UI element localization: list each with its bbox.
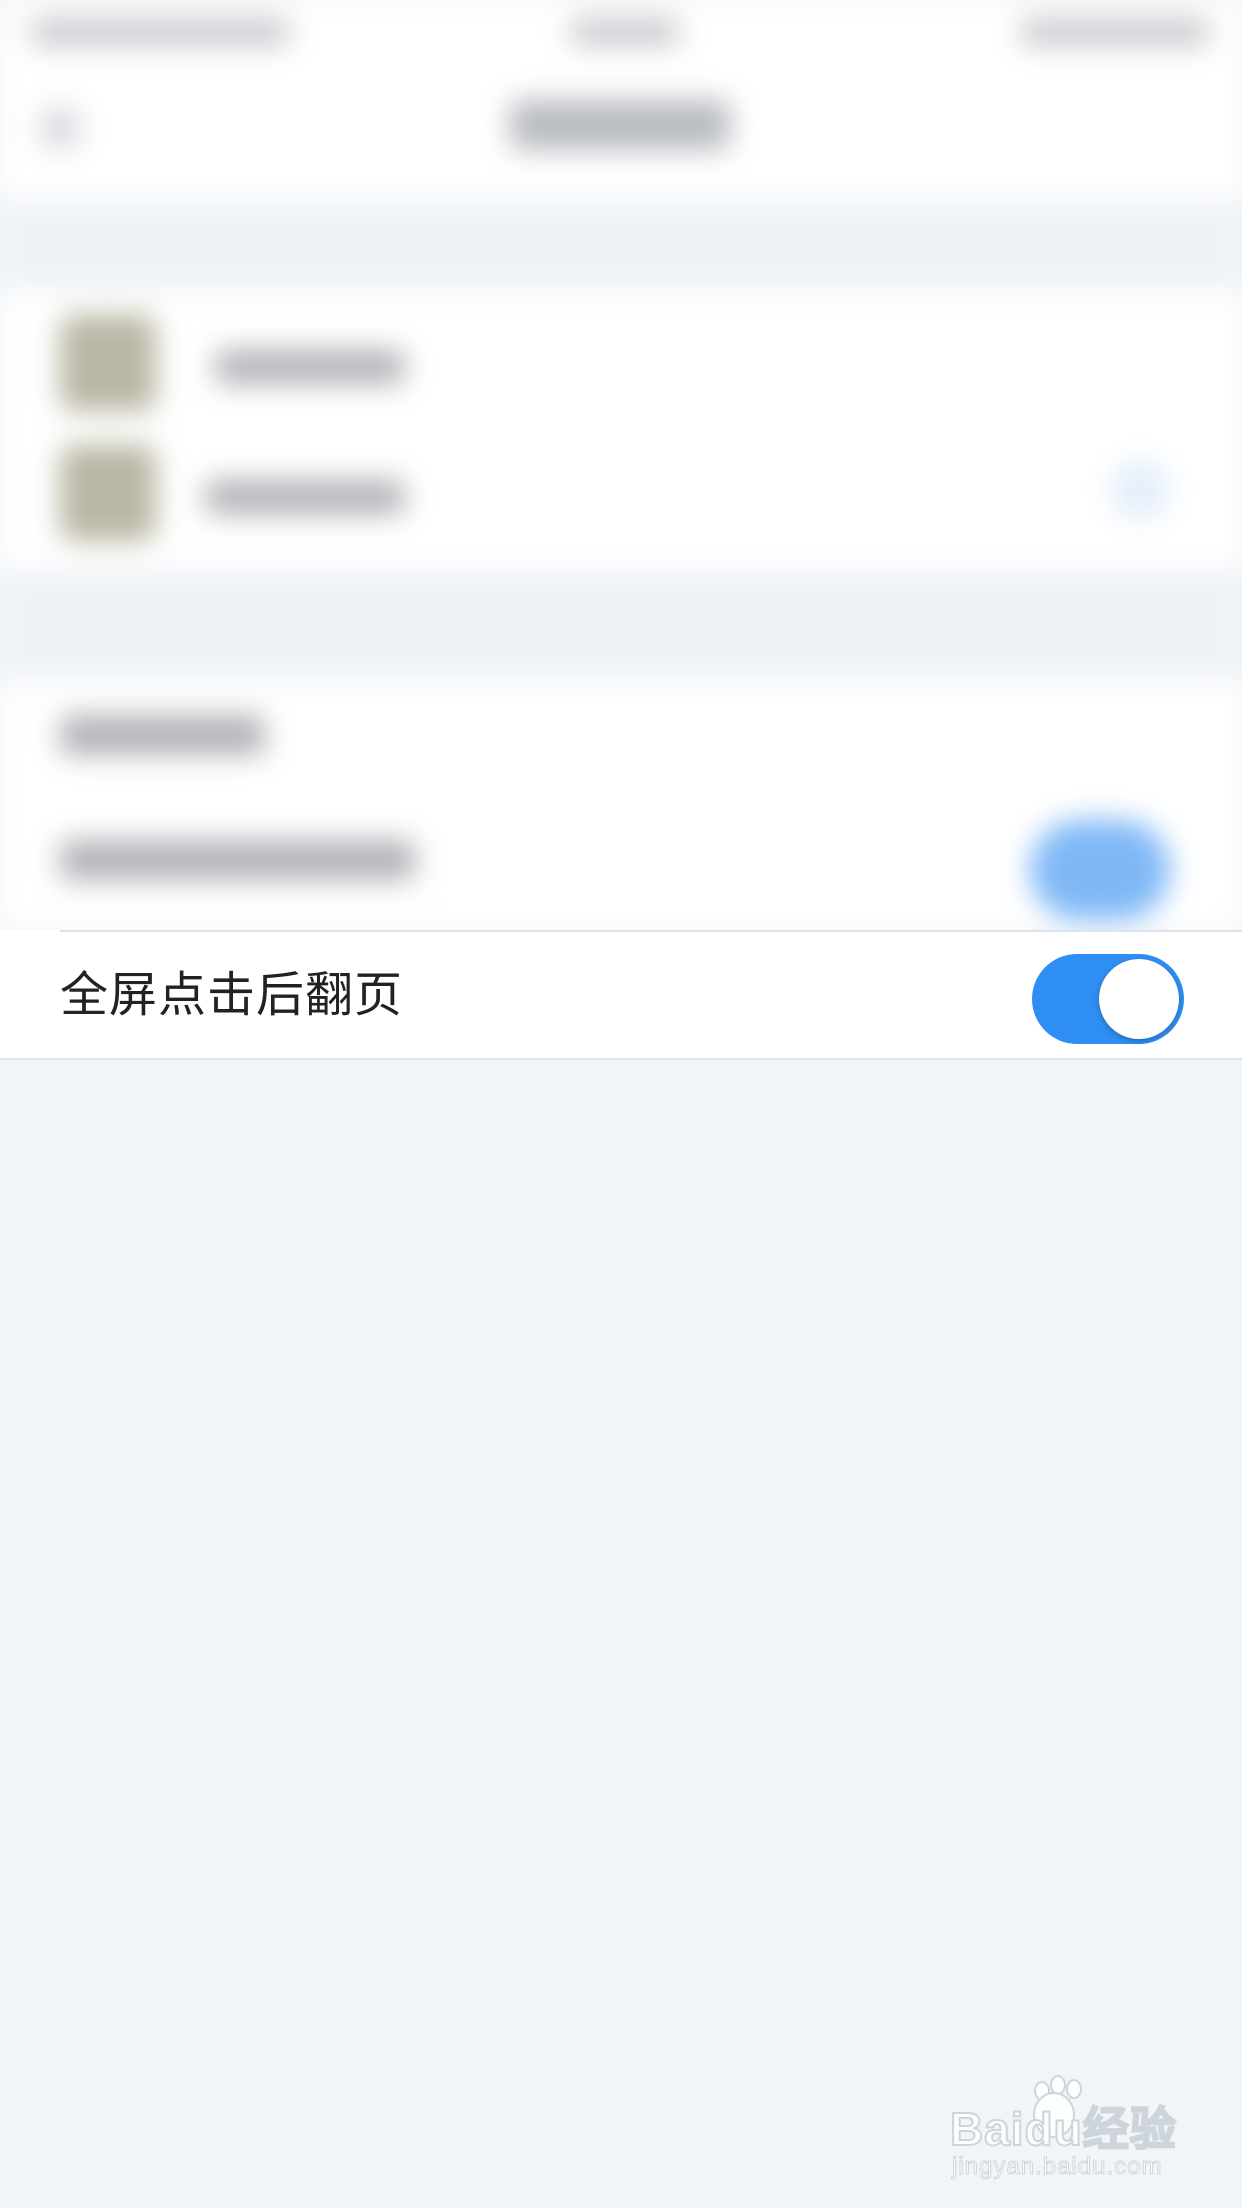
toggle-knob	[1099, 959, 1179, 1039]
page-turn-toggle[interactable]	[1032, 954, 1184, 1044]
blurred-list	[0, 290, 1242, 570]
watermark-url: jingyan.baidu.com	[951, 2153, 1163, 2181]
page-turn-setting-row: 全屏点击后翻页	[0, 930, 1242, 1060]
baidu-jingyan-watermark: Baidu经验 jingyan.baidu.com	[949, 2075, 1190, 2185]
separator-inset	[0, 930, 60, 932]
blurred-settings	[0, 680, 1242, 930]
nav-bar	[0, 60, 1242, 200]
page-turn-label: 全屏点击后翻页	[60, 967, 404, 1023]
watermark-brand: Baidu经验	[949, 2102, 1177, 2156]
blurred-background	[0, 0, 1242, 1070]
status-bar	[0, 0, 1242, 60]
